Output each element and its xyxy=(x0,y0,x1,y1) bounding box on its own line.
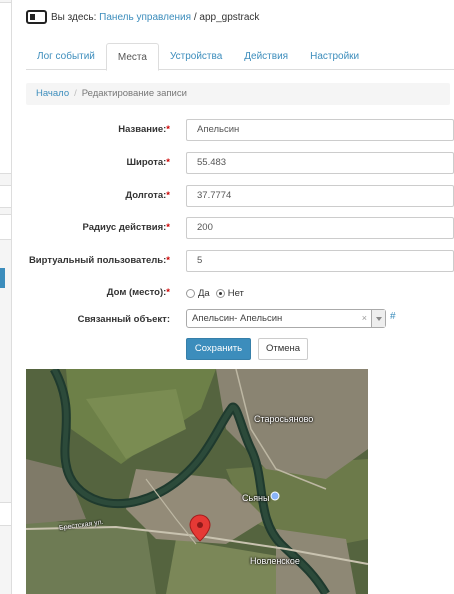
required-mark: * xyxy=(166,124,170,135)
breadcrumb-separator: / xyxy=(74,88,77,99)
related-object-value: Апельсин- Апельсин xyxy=(192,313,283,324)
tab-settings[interactable]: Настройки xyxy=(299,43,370,70)
map-label-east: Сьяны xyxy=(242,493,270,503)
sidebar-panel xyxy=(0,502,11,526)
home-radio-group: Да Нет xyxy=(186,282,250,304)
poi-icon xyxy=(270,491,280,501)
related-object-link[interactable]: # xyxy=(390,311,396,322)
sidebar-toggle-icon[interactable] xyxy=(26,10,47,24)
location-bar: Вы здесь: Панель управления / app_gpstra… xyxy=(26,9,259,25)
tab-bar: Лог событий Места Устройства Действия На… xyxy=(26,43,454,71)
clear-icon[interactable]: × xyxy=(362,310,367,327)
tab-devices[interactable]: Устройства xyxy=(159,43,233,70)
radius-input[interactable]: 200 xyxy=(186,217,454,239)
home-row: Дом (место):* Да Нет xyxy=(0,282,454,304)
breadcrumb-home-link[interactable]: Начало xyxy=(36,88,69,99)
latitude-input[interactable]: 55.483 xyxy=(186,152,454,174)
latitude-label: Широта: xyxy=(126,157,167,168)
name-row: Название:* Апельсин xyxy=(0,119,454,141)
name-input[interactable]: Апельсин xyxy=(186,119,454,141)
home-yes-radio[interactable] xyxy=(186,288,195,298)
virtual-user-label: Виртуальный пользователь: xyxy=(28,255,167,266)
home-yes-label[interactable]: Да xyxy=(198,288,210,299)
radius-row: Радиус действия:* 200 xyxy=(0,217,454,239)
required-mark: * xyxy=(166,255,170,266)
required-mark: * xyxy=(166,157,170,168)
module-name: app_gpstrack xyxy=(199,11,260,23)
home-label: Дом (место): xyxy=(106,287,167,298)
save-button[interactable]: Сохранить xyxy=(186,338,251,360)
home-no-label[interactable]: Нет xyxy=(228,288,244,299)
related-row: Связанный объект: Апельсин- Апельсин × # xyxy=(0,309,454,331)
home-no-radio[interactable] xyxy=(215,288,225,298)
name-label: Название: xyxy=(118,124,167,135)
radius-label: Радиус действия: xyxy=(82,222,167,233)
cancel-button[interactable]: Отмена xyxy=(258,338,308,360)
you-are-here-label: Вы здесь: xyxy=(51,11,97,23)
required-mark: * xyxy=(166,222,170,233)
dashboard-link[interactable]: Панель управления xyxy=(99,12,191,23)
map-label-north: Старосьяново xyxy=(254,414,314,424)
virtual-user-input[interactable]: 5 xyxy=(186,250,454,272)
tab-actions[interactable]: Действия xyxy=(233,43,299,70)
longitude-row: Долгота:* 37.7774 xyxy=(0,185,454,207)
related-object-select[interactable]: Апельсин- Апельсин × xyxy=(186,309,386,328)
longitude-input[interactable]: 37.7774 xyxy=(186,185,454,207)
tab-places[interactable]: Места xyxy=(105,43,159,71)
required-mark: * xyxy=(166,190,170,201)
breadcrumb: Начало / Редактирование записи xyxy=(26,83,450,105)
breadcrumb-current: Редактирование записи xyxy=(81,88,187,99)
path-separator: / xyxy=(193,11,197,23)
map-label-south: Новленское xyxy=(250,556,300,566)
required-mark: * xyxy=(166,287,170,298)
latitude-row: Широта:* 55.483 xyxy=(0,152,454,174)
tab-event-log[interactable]: Лог событий xyxy=(26,43,106,70)
longitude-label: Долгота: xyxy=(125,190,167,201)
related-label: Связанный объект: xyxy=(77,314,170,325)
satellite-map xyxy=(26,369,368,594)
sidebar-panel xyxy=(0,2,11,174)
virtual-user-row: Виртуальный пользователь:* 5 xyxy=(0,250,454,272)
map-view[interactable]: Старосьяново Сьяны Новленское Брестская … xyxy=(26,369,368,594)
chevron-down-icon[interactable] xyxy=(371,310,385,327)
